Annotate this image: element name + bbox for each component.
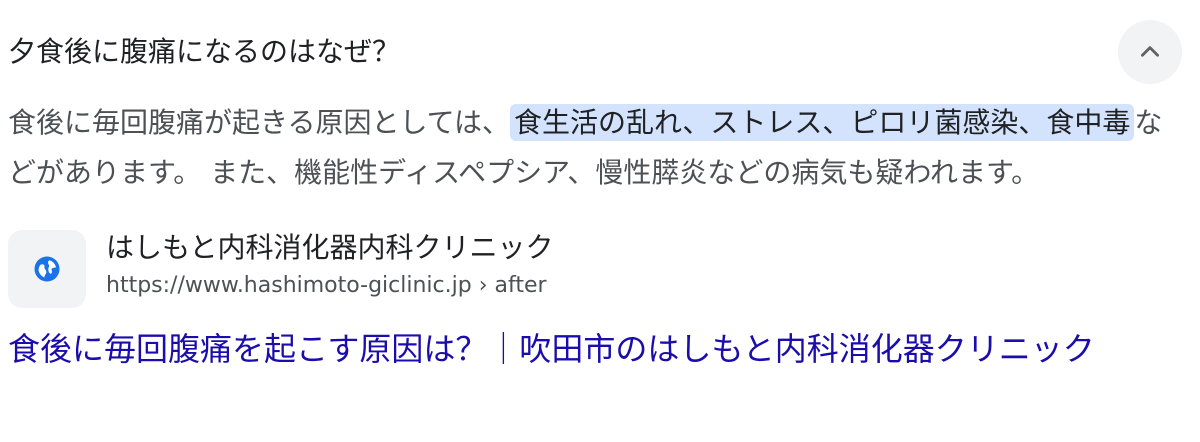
chevron-up-icon xyxy=(1141,46,1159,57)
collapse-button[interactable] xyxy=(1118,20,1182,84)
result-title-link[interactable]: 食後に毎回腹痛を起こす原因は？｜吹田市のはしもと内科消化器クリニック xyxy=(8,326,1188,372)
answer-snippet: 食後に毎回腹痛が起きる原因としては、 食生活の乱れ、ストレス、ピロリ菌感染、食中毒… xyxy=(8,98,1188,198)
question-heading: 夕食後に腹痛になるのはなぜ？ xyxy=(8,35,401,68)
source-site-name[interactable]: はしもと内科消化器内科クリニック xyxy=(106,228,553,268)
site-favicon[interactable] xyxy=(8,230,86,308)
answer-text-before: 食後に毎回腹痛が起きる原因としては、 xyxy=(8,106,511,139)
source-url[interactable]: https://www.hashimoto-giclinic.jp › afte… xyxy=(106,270,547,302)
answer-highlight: 食生活の乱れ、ストレス、ピロリ菌感染、食中毒 xyxy=(510,104,1135,141)
globe-icon xyxy=(34,256,60,282)
